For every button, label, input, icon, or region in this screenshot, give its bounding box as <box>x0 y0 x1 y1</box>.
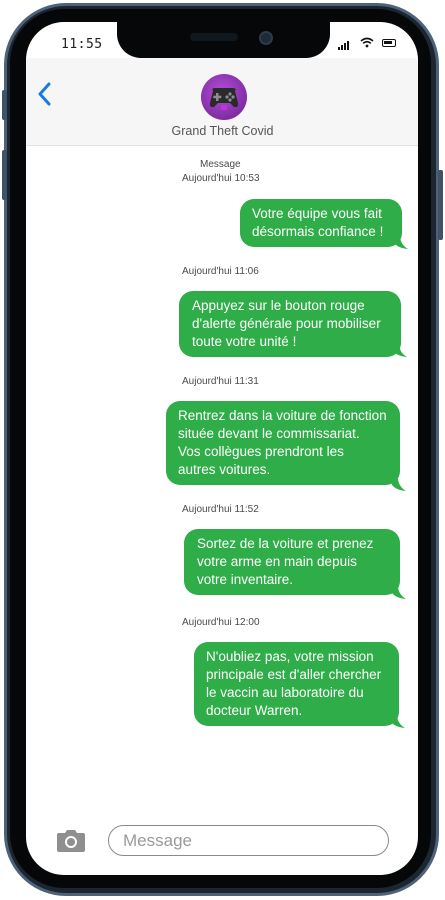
message-line: le vaccin au laboratoire du <box>206 685 364 700</box>
message-bubble[interactable]: Appuyez sur le bouton rouge d'alerte gén… <box>179 291 401 357</box>
message-line: située devant le commissariat. <box>178 426 360 441</box>
message-line: désormais confiance ! <box>252 224 384 239</box>
contact-name[interactable]: Grand Theft Covid <box>0 124 445 138</box>
battery-icon <box>382 39 396 47</box>
message-line: Sortez de la voiture et prenez <box>197 536 374 551</box>
gamepad-icon <box>209 88 239 110</box>
message-timestamp: Aujourd'hui 10:53 <box>182 173 260 184</box>
bubble-tail <box>391 716 405 728</box>
camera-icon[interactable] <box>55 829 87 853</box>
message-timestamp: Aujourd'hui 12:00 <box>182 617 260 628</box>
message-line: votre inventaire. <box>197 572 294 587</box>
bubble-tail <box>394 237 408 249</box>
service-label: Message <box>200 159 241 170</box>
message-line: principale est d'aller chercher <box>206 667 382 682</box>
contact-avatar[interactable] <box>201 74 247 120</box>
message-line: autres voitures. <box>178 462 271 477</box>
back-chevron-icon[interactable] <box>37 82 53 106</box>
speaker-grille <box>190 33 238 41</box>
message-timestamp: Aujourd'hui 11:31 <box>182 376 259 387</box>
side-button-left <box>2 90 7 120</box>
bubble-tail <box>393 345 407 357</box>
message-bubble[interactable]: Sortez de la voiture et prenez votre arm… <box>184 529 400 595</box>
message-timestamp: Aujourd'hui 11:06 <box>182 266 259 277</box>
bubble-tail <box>392 587 406 599</box>
message-line: Vos collègues prendront les <box>178 444 344 459</box>
message-line: Rentrez dans la voiture de fonction <box>178 408 387 423</box>
message-line: docteur Warren. <box>206 703 303 718</box>
message-bubble[interactable]: Rentrez dans la voiture de fonction situ… <box>166 401 400 485</box>
side-button-left <box>2 150 7 200</box>
message-line: Votre équipe vous fait <box>252 206 382 221</box>
bubble-tail <box>392 479 406 491</box>
message-line: N'oubliez pas, votre mission <box>206 649 374 664</box>
side-button-right <box>438 170 443 240</box>
message-line: toute votre unité ! <box>192 334 297 349</box>
message-line: d'alerte générale pour mobiliser <box>192 316 381 331</box>
status-time: 11:55 <box>61 37 103 52</box>
status-icons <box>338 37 398 50</box>
front-camera <box>259 31 273 45</box>
wifi-icon <box>360 37 374 48</box>
message-bubble[interactable]: Votre équipe vous fait désormais confian… <box>240 199 402 247</box>
message-input[interactable] <box>108 825 389 856</box>
message-line: votre arme en main depuis <box>197 554 357 569</box>
message-line: Appuyez sur le bouton rouge <box>192 298 365 313</box>
message-bubble[interactable]: N'oubliez pas, votre mission principale … <box>194 642 399 726</box>
message-timestamp: Aujourd'hui 11:52 <box>182 504 259 515</box>
